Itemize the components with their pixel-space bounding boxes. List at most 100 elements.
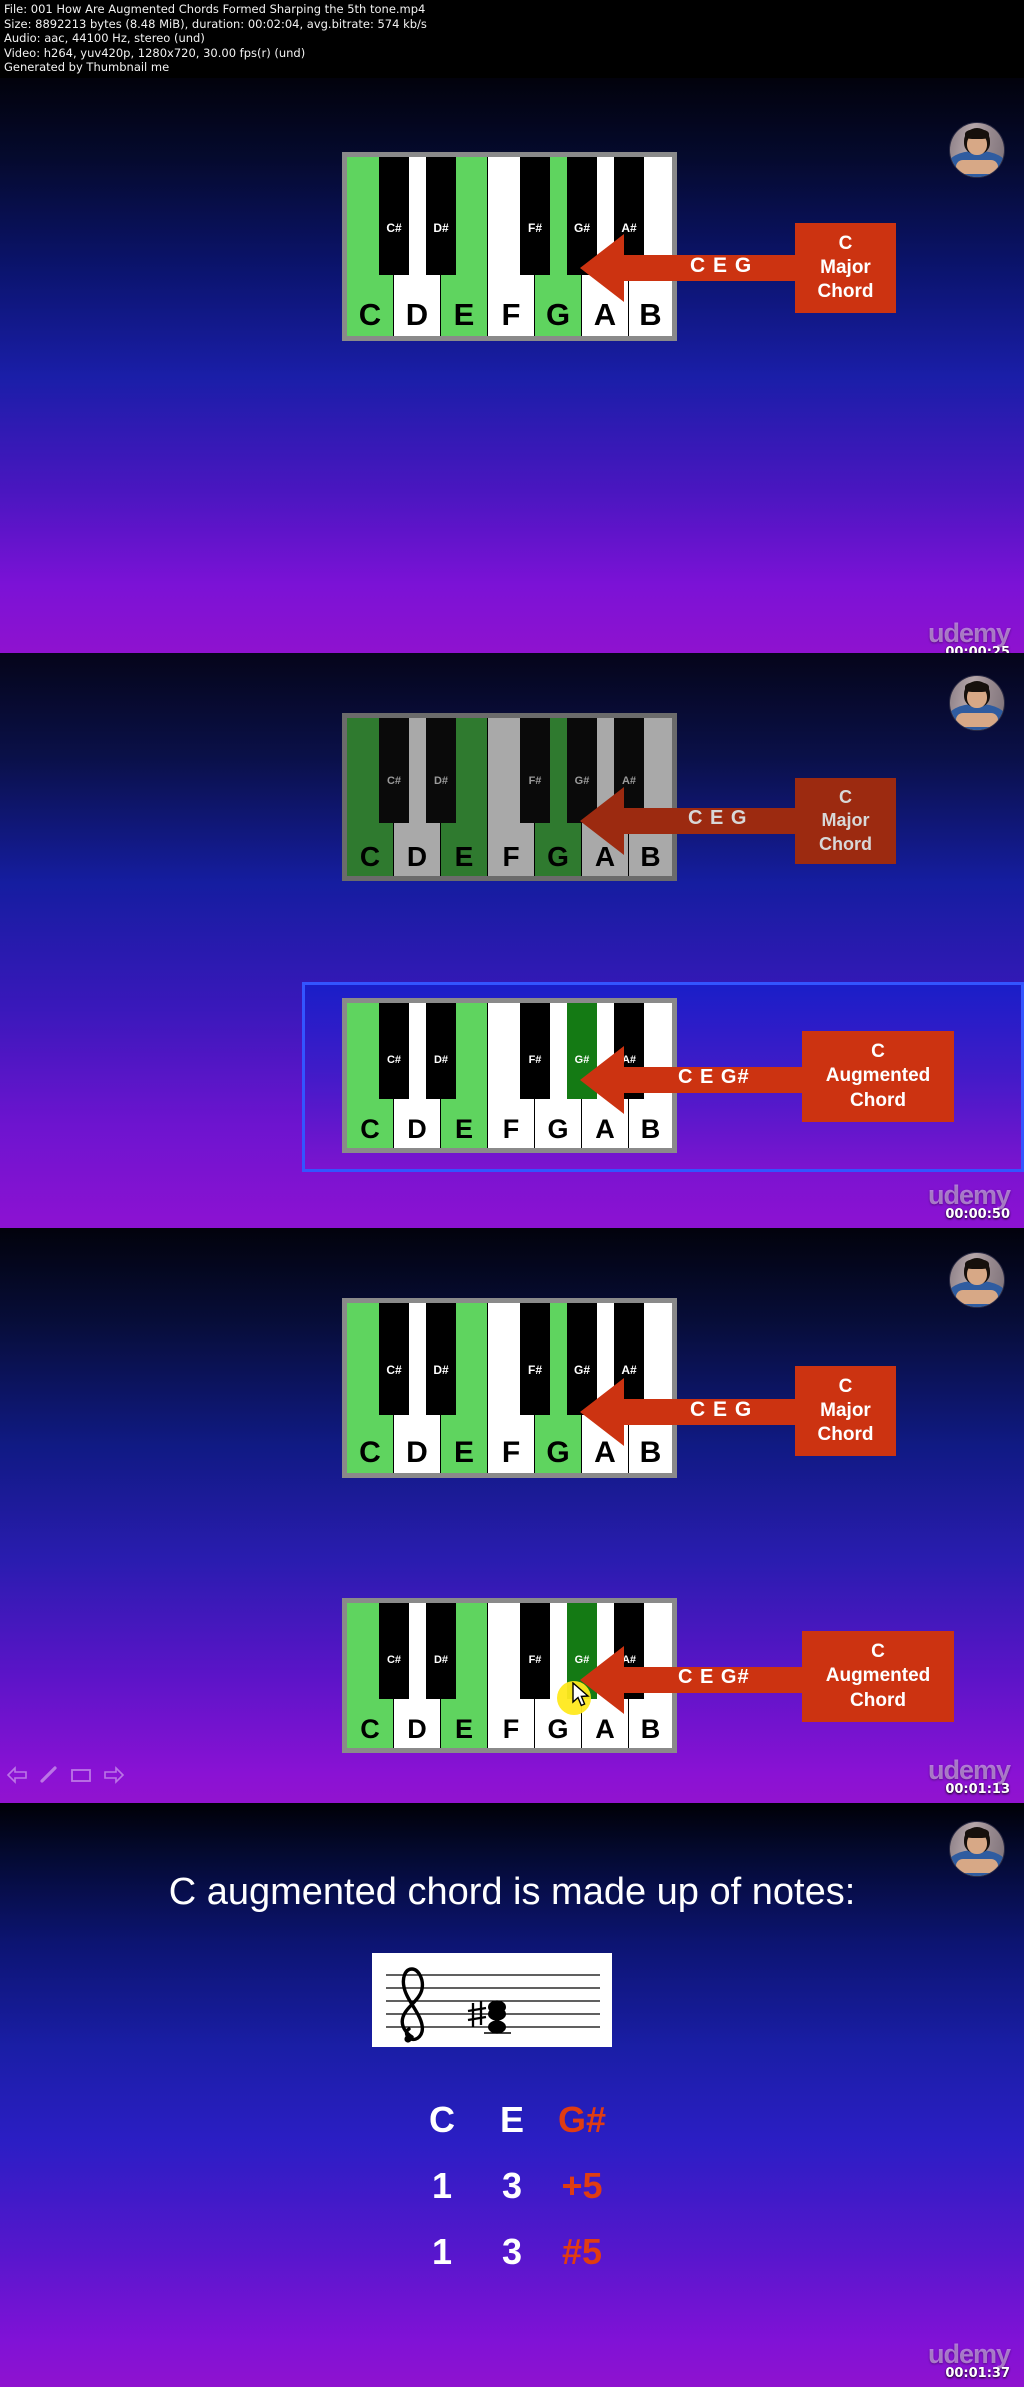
black-key-Csharp[interactable]: C#	[379, 1003, 409, 1099]
arrow-label: C E G#	[678, 1666, 750, 1688]
chord-box-line: Chord	[817, 281, 874, 303]
black-key-label: F#	[527, 1362, 542, 1377]
thumbnail-panel-2: C D E F G A B C# D# F# G# A# C E G C Maj…	[0, 653, 1024, 1228]
black-key-Fsharp[interactable]: F#	[520, 718, 550, 823]
slide-headline: C augmented chord is made up of notes:	[168, 1871, 856, 1913]
black-key-Fsharp[interactable]: F#	[520, 157, 550, 275]
white-key-label: A	[595, 1714, 615, 1744]
avatar	[949, 1252, 1005, 1308]
avatar	[949, 1821, 1005, 1877]
chord-box-line: Chord	[850, 1089, 906, 1111]
white-key-label: B	[639, 1436, 662, 1469]
notes-row-degrees: 1 3 +5	[0, 2165, 1024, 2207]
black-key-Csharp[interactable]: C#	[379, 1303, 409, 1415]
black-key-label: C#	[386, 220, 402, 235]
avatar	[949, 675, 1005, 731]
white-key-label: A	[593, 297, 617, 332]
white-key-label: G	[547, 841, 569, 872]
player-nav-bar[interactable]	[6, 1766, 125, 1784]
chord-box-line: Augmented	[825, 1065, 931, 1087]
timestamp: 00:01:37	[945, 2366, 1010, 2381]
chord-name-box: C Augmented Chord	[802, 1631, 954, 1722]
black-key-Csharp[interactable]: C#	[379, 718, 409, 823]
arrow-label: C E G	[690, 1398, 753, 1421]
black-key-label: C#	[386, 775, 402, 788]
black-key-label: F#	[528, 1054, 542, 1067]
white-key-label: G	[547, 1114, 569, 1144]
thumbnail-panel-1: C D E F G A B C# D# F# G# A# C E G C Maj…	[0, 78, 1024, 653]
white-key-label: C	[359, 841, 381, 872]
black-key-Fsharp[interactable]: F#	[520, 1003, 550, 1099]
thumbnail-panel-3: C D E F G A B C# D# F# G# A# C E G C Maj…	[0, 1228, 1024, 1803]
timestamp: 00:00:25	[945, 645, 1010, 653]
alt-degree-cell: #5	[561, 2231, 603, 2272]
black-key-label: D#	[433, 1362, 449, 1377]
white-key-label: G	[545, 297, 571, 332]
arrow-head-icon	[580, 1046, 624, 1114]
chord-arrow: C E G	[580, 787, 798, 855]
pencil-icon[interactable]	[39, 1766, 59, 1784]
meta-line-size: Size: 8892213 bytes (8.48 MiB), duration…	[4, 16, 427, 31]
white-key-label: D	[407, 1114, 427, 1144]
black-key-Csharp[interactable]: C#	[379, 157, 409, 275]
chord-arrow: C E G#	[580, 1046, 802, 1114]
black-key-Dsharp[interactable]: D#	[426, 1303, 456, 1415]
black-key-label: G#	[574, 775, 590, 788]
meta-line-audio: Audio: aac, 44100 Hz, stereo (und)	[4, 31, 205, 46]
chord-name-box: C Major Chord	[795, 1366, 896, 1456]
arrow-label: C E G#	[678, 1066, 750, 1088]
black-key-label: F#	[528, 775, 542, 788]
black-key-Fsharp[interactable]: F#	[520, 1603, 550, 1699]
note-cell: E	[499, 2099, 524, 2140]
black-key-label: D#	[433, 220, 449, 235]
white-key-label: D	[406, 841, 428, 872]
file-info-header: File: 001 How Are Augmented Chords Forme…	[0, 0, 1024, 78]
white-key-label: C	[358, 297, 382, 332]
black-key-Csharp[interactable]: C#	[379, 1603, 409, 1699]
black-key-Fsharp[interactable]: F#	[520, 1303, 550, 1415]
white-key-label: C	[360, 1714, 380, 1744]
black-key-label: C#	[386, 1654, 402, 1667]
white-key-label: E	[453, 1436, 474, 1469]
white-key-label: F	[501, 297, 521, 332]
black-key-label: F#	[528, 1654, 542, 1667]
black-key-Dsharp[interactable]: D#	[426, 1603, 456, 1699]
chord-arrow: C E G#	[580, 1646, 802, 1714]
final-slide-panel: C augmented chord is made up of notes: C…	[0, 1803, 1024, 2387]
chord-box-line: Chord	[819, 833, 872, 854]
degree-cell: 1	[431, 2165, 453, 2206]
white-key-label: D	[405, 297, 429, 332]
arrow-head-icon	[580, 234, 624, 302]
arrow-head-icon	[580, 1378, 624, 1446]
white-key-label: C	[359, 1436, 381, 1469]
timestamp: 00:00:50	[945, 1207, 1010, 1222]
white-key-label: F	[502, 1714, 520, 1744]
timestamp: 00:01:13	[945, 1782, 1010, 1797]
arrow-head-icon	[580, 787, 624, 855]
rectangle-icon[interactable]	[70, 1766, 92, 1784]
white-key-label: E	[454, 1714, 473, 1744]
black-key-Dsharp[interactable]: D#	[426, 718, 456, 823]
arrow-label: C E G	[688, 807, 748, 829]
white-key-label: B	[639, 297, 662, 332]
alt-degree-cell: 1	[431, 2231, 453, 2272]
white-key-label: E	[454, 841, 474, 872]
arrow-left-icon[interactable]	[6, 1766, 28, 1784]
black-key-label: A#	[621, 775, 637, 788]
black-key-Dsharp[interactable]: D#	[426, 157, 456, 275]
white-key-label: B	[640, 1114, 661, 1144]
black-key-Dsharp[interactable]: D#	[426, 1003, 456, 1099]
black-key-label: C#	[386, 1054, 402, 1067]
chord-box-line: C	[871, 1641, 885, 1663]
white-key-label: A	[595, 1114, 615, 1144]
chord-box-line: Major	[820, 1399, 871, 1421]
avatar	[949, 122, 1005, 178]
white-key-label: F	[501, 1436, 521, 1469]
chord-box-line: Augmented	[825, 1665, 931, 1687]
arrow-right-icon[interactable]	[103, 1766, 125, 1784]
white-key-label: G	[547, 1714, 569, 1744]
chord-box-line: Major	[821, 810, 870, 831]
chord-name-box: C Major Chord	[795, 223, 896, 313]
staff-notation-icon	[386, 1967, 600, 2043]
chord-box-line: C	[871, 1041, 885, 1063]
